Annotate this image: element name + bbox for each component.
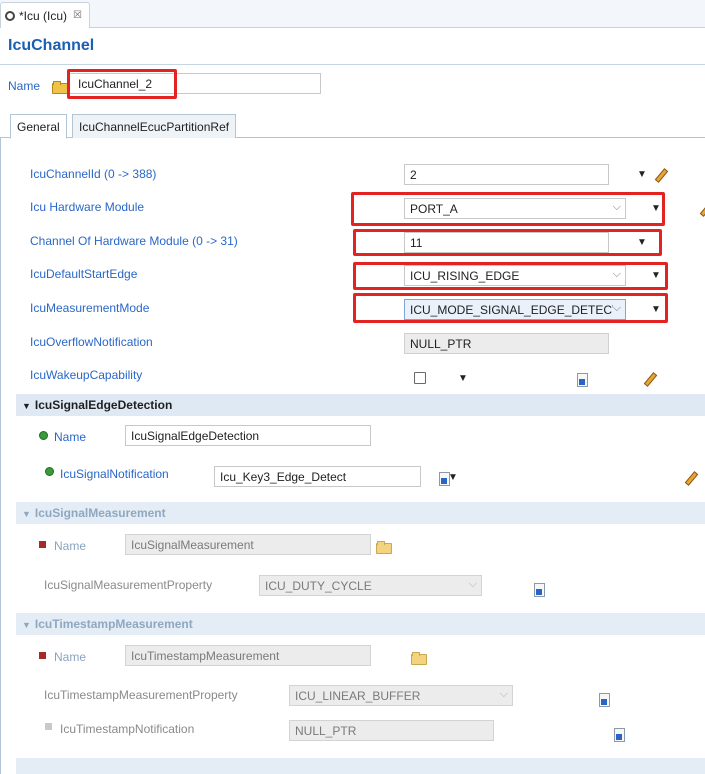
folder-icon [375, 541, 392, 554]
wakeup-capability-label: IcuWakeupCapability [30, 368, 143, 382]
wakeup-capability-checkbox[interactable] [414, 372, 426, 384]
hw-module-label: Icu Hardware Module [30, 200, 145, 214]
overflow-notification-field[interactable]: NULL_PTR [404, 333, 609, 354]
signal-notification-field[interactable]: Icu_Key3_Edge_Detect [214, 466, 421, 487]
timestamp-property-value: ICU_LINEAR_BUFFER [295, 689, 421, 703]
timestamp-notification-field[interactable]: NULL_PTR [289, 720, 494, 741]
name-label: Name [8, 79, 41, 93]
timestamp-name-input[interactable]: IcuTimestampMeasurement [125, 645, 371, 666]
signal-notification-value: Icu_Key3_Edge_Detect [220, 470, 347, 484]
edge-name-value: IcuSignalEdgeDetection [131, 429, 260, 443]
timestamp-name-label: Name [54, 650, 87, 664]
parameter-doc-icon [598, 693, 610, 707]
signal-notification-label: IcuSignalNotification [60, 467, 169, 481]
parameter-doc-icon [533, 583, 546, 597]
highlight-box-hw-channel [353, 229, 662, 256]
measurement-name-value: IcuSignalMeasurement [131, 538, 254, 552]
measurement-name-label: Name [54, 539, 87, 553]
highlight-box-measurement-mode [353, 293, 668, 323]
timestamp-property-select[interactable]: ICU_LINEAR_BUFFER ⌵ [289, 685, 513, 706]
overflow-notification-value: NULL_PTR [410, 337, 472, 351]
highlight-box-name [67, 69, 177, 99]
editor-tab-label: *Icu (Icu) [19, 8, 68, 23]
status-square-icon [39, 541, 46, 548]
section-signal-edge-detection[interactable]: ▼ IcuSignalEdgeDetection [16, 394, 705, 416]
editor-tab-strip [0, 0, 705, 28]
timestamp-notification-value: NULL_PTR [295, 724, 357, 738]
highlight-box-start-edge [353, 262, 668, 290]
status-dot-icon [45, 467, 54, 476]
channel-id-label: IcuChannelId (0 -> 388) [30, 167, 157, 181]
signal-measurement-property-value: ICU_DUTY_CYCLE [265, 579, 372, 593]
dropdown-arrow-icon[interactable]: ▼ [637, 169, 647, 180]
measurement-name-input[interactable]: IcuSignalMeasurement [125, 534, 371, 555]
folder-icon [410, 652, 427, 665]
start-edge-label: IcuDefaultStartEdge [30, 267, 138, 281]
measurement-mode-label: IcuMeasurementMode [30, 301, 150, 315]
section-title: IcuTimestampMeasurement [34, 617, 193, 631]
form-title: IcuChannel [8, 37, 95, 54]
section-title: IcuSignalEdgeDetection [34, 398, 173, 412]
expand-triangle-icon: ▼ [22, 401, 31, 411]
pencil-icon[interactable] [643, 373, 655, 385]
tab-ecuc-partition-ref[interactable]: IcuChannelEcucPartitionRef [72, 114, 237, 138]
close-icon[interactable]: ☒ [73, 10, 82, 21]
pencil-icon[interactable] [699, 203, 705, 215]
title-divider [0, 64, 705, 65]
hw-channel-label: Channel Of Hardware Module (0 -> 31) [30, 234, 238, 248]
parameter-doc-icon [576, 373, 589, 387]
timestamp-notification-label: IcuTimestampNotification [60, 722, 195, 736]
tab-general-label: General [17, 120, 60, 134]
folder-icon [52, 81, 68, 94]
chevron-down-icon: ⌵ [499, 688, 508, 700]
calc-edit-icon[interactable] [654, 169, 666, 181]
signal-measurement-property-label: IcuSignalMeasurementProperty [44, 578, 213, 592]
channel-id-value: 2 [410, 168, 417, 182]
status-dot-icon [39, 431, 48, 440]
editor-tab-icu[interactable]: *Icu (Icu) ☒ [0, 2, 90, 28]
section-signal-measurement[interactable]: ▼ IcuSignalMeasurement [16, 502, 705, 524]
section-title: IcuSignalMeasurement [34, 506, 166, 520]
expand-triangle-icon: ▼ [22, 509, 31, 519]
channel-id-field[interactable]: 2 [404, 164, 609, 185]
module-icon [5, 10, 15, 21]
section-timestamp-measurement[interactable]: ▼ IcuTimestampMeasurement [16, 613, 705, 635]
timestamp-name-value: IcuTimestampMeasurement [131, 649, 280, 663]
tab-ecuc-partition-ref-label: IcuChannelEcucPartitionRef [79, 120, 230, 134]
pencil-icon[interactable] [684, 472, 696, 484]
signal-measurement-property-select[interactable]: ICU_DUTY_CYCLE ⌵ [259, 575, 482, 596]
chevron-down-icon: ⌵ [468, 578, 477, 590]
section-next-collapsed[interactable] [16, 758, 705, 774]
edge-name-input[interactable]: IcuSignalEdgeDetection [125, 425, 371, 446]
dropdown-arrow-icon[interactable]: ▼ [458, 373, 468, 384]
parameter-doc-icon [613, 728, 626, 742]
timestamp-property-label: IcuTimestampMeasurementProperty [44, 688, 238, 702]
status-square-icon [39, 652, 46, 659]
tab-general[interactable]: General [10, 114, 67, 139]
overflow-notification-label: IcuOverflowNotification [30, 335, 153, 349]
dropdown-arrow-icon[interactable]: ▼ [448, 472, 458, 483]
highlight-box-hw-module [351, 192, 665, 226]
status-square-icon [45, 723, 52, 730]
expand-triangle-icon: ▼ [22, 620, 31, 630]
edge-name-label: Name [54, 430, 87, 444]
